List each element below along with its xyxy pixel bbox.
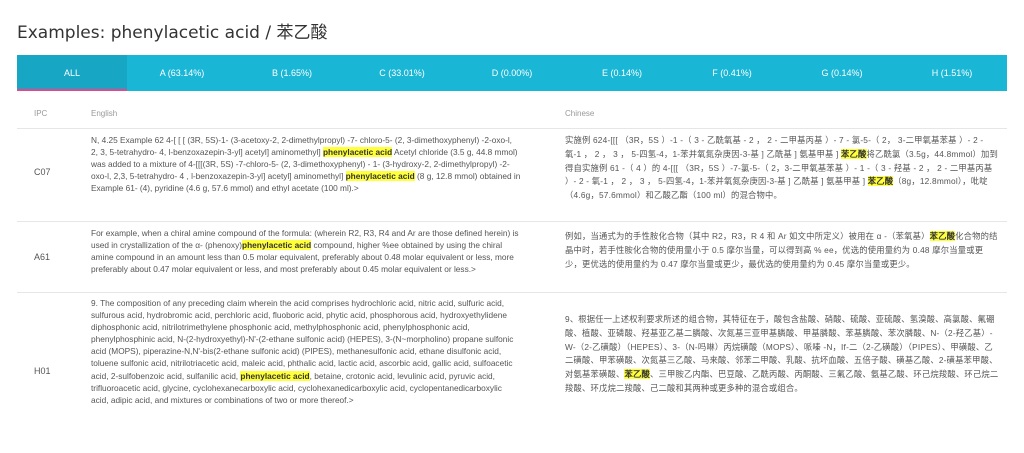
english-text: 9. The composition of any preceding clai… (91, 297, 521, 406)
column-header-chinese: Chinese (565, 109, 595, 118)
english-text: For example, when a chiral amine compoun… (91, 227, 521, 275)
chinese-text: 9、根据任一上述权利要求所述的组合物，其特征在于，酸包含盐酸、硝酸、硫酸、亚硫酸… (565, 313, 1000, 396)
highlighted-term: phenylacetic acid (322, 147, 393, 158)
table-row: H01 9. The composition of any preceding … (17, 293, 1007, 453)
tab-a[interactable]: A (63.14%) (127, 55, 237, 91)
highlighted-term: 苯乙酸 (929, 231, 956, 241)
text-segment: 例如，当通式为的手性胺化合物（其中 R2，R3，R 4 和 Ar 如文中所定义）… (565, 231, 930, 241)
tab-h[interactable]: H (1.51%) (897, 55, 1007, 91)
tab-g[interactable]: G (0.14%) (787, 55, 897, 91)
column-header-ipc: IPC (34, 109, 48, 118)
ipc-code: C07 (34, 167, 51, 177)
highlighted-term: 苯乙酸 (841, 148, 867, 159)
highlighted-term: phenylacetic acid (240, 370, 310, 381)
table-row: A61 For example, when a chiral amine com… (17, 222, 1007, 293)
text-segment: 9. The composition of any preceding clai… (91, 298, 514, 381)
tab-all[interactable]: ALL (17, 55, 127, 91)
english-text: N, 4.25 Example 62 4-[ [ [ (3R, 5S)-1- (… (91, 134, 521, 194)
tab-e[interactable]: E (0.14%) (567, 55, 677, 91)
table-header: IPC English Chinese (17, 98, 1007, 129)
page-title: Examples: phenylacetic acid / 苯乙酸 (17, 23, 328, 43)
tab-c[interactable]: C (33.01%) (347, 55, 457, 91)
highlighted-term: phenylacetic acid (242, 240, 312, 251)
tab-d[interactable]: D (0.00%) (457, 55, 567, 91)
ipc-tab-bar: ALL A (63.14%) B (1.65%) C (33.01%) D (0… (17, 55, 1007, 91)
chinese-text: 实施例 624-[[[ （3R，5S ）-1 -（ 3 - 乙酰氧基 - 2 ，… (565, 134, 1000, 203)
column-header-english: English (91, 109, 118, 118)
highlighted-term: phenylacetic acid (345, 171, 415, 182)
tab-f[interactable]: F (0.41%) (677, 55, 787, 91)
chinese-text: 例如，当通式为的手性胺化合物（其中 R2，R3，R 4 和 Ar 如文中所定义）… (565, 230, 1000, 271)
ipc-code: A61 (34, 252, 51, 262)
tab-b[interactable]: B (1.65%) (237, 55, 347, 91)
table-row: C07 N, 4.25 Example 62 4-[ [ [ (3R, 5S)-… (17, 129, 1007, 222)
highlighted-term: 苯乙酸 (867, 176, 894, 187)
highlighted-term: 苯乙酸 (624, 369, 650, 380)
examples-table: IPC English Chinese C07 N, 4.25 Example … (17, 98, 1007, 453)
ipc-code: H01 (34, 366, 51, 376)
